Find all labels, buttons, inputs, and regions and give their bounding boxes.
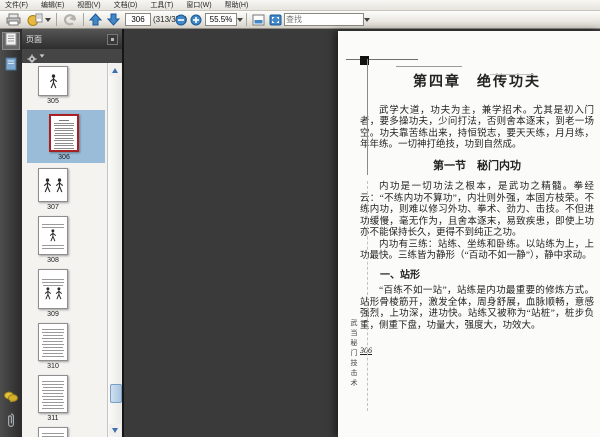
page-thumbnail-309[interactable]: 309: [36, 269, 70, 318]
menu-item-document[interactable]: 文档(D): [114, 0, 138, 10]
fit-width-button[interactable]: [252, 13, 265, 26]
navigation-icon-strip: [0, 29, 22, 437]
zoom-in-button[interactable]: [190, 13, 202, 26]
thumbnail-page-label: 310: [47, 363, 59, 370]
thumbnail-page-label: 305: [47, 98, 59, 105]
email-dropdown-caret[interactable]: [45, 17, 51, 22]
email-attachment-icon: [27, 13, 43, 26]
registration-mark-line3: [490, 74, 534, 75]
paragraph-1: 武学大道，功夫为主，兼学招术。尤其是初入门者，要多操功夫，少问打法，否则舍本逐末…: [360, 105, 594, 151]
paragraph-3: 内功有三练：站练、坐练和卧练。以站练为上，上功最快。三练皆为静形（“百动不如一静…: [360, 239, 594, 262]
pages-panel: 页面 305 306 307 308 309 310 311 312: [22, 29, 122, 437]
paragraph-2: 内功是一切功法之根本，是武功之精髓。拳经云：“不练内功不算功”，内壮则外强，本固…: [360, 182, 594, 238]
next-page-arrow-icon: [107, 13, 120, 26]
pages-panel-title: 页面: [26, 34, 42, 44]
paperclip-icon: [6, 412, 16, 433]
bookmarks-panel-button[interactable]: [3, 57, 19, 76]
page-content: 第四章 绝传功夫 武学大道，功夫为主，兼学招术。尤其是初入门者，要多操功夫，少问…: [338, 31, 600, 357]
previous-view-icon: [62, 13, 78, 26]
comments-icon: [4, 390, 18, 408]
pages-panel-toolbar: [22, 49, 122, 64]
zoom-dropdown-caret[interactable]: [237, 17, 243, 22]
page-number: 306: [360, 346, 372, 355]
next-page-button[interactable]: [107, 13, 120, 26]
email-button[interactable]: [27, 13, 51, 26]
pages-panel-button[interactable]: [2, 32, 20, 51]
menu-item-file[interactable]: 文件(F): [5, 0, 28, 10]
thumbnail-list: 305 306 307 308 309 310 311 312: [22, 63, 108, 437]
options-dropdown-caret[interactable]: [39, 54, 45, 58]
previous-page-arrow-icon: [89, 13, 102, 26]
pages-panel-header: 页面: [22, 29, 122, 49]
section-title: 第一节 秘门内功: [433, 159, 521, 172]
page-thumbnail-311[interactable]: 311: [36, 375, 70, 422]
subsection-title: 一、站形: [380, 269, 420, 281]
scroll-down-button[interactable]: [109, 424, 121, 436]
zoom-in-icon: [190, 14, 202, 26]
thumbnail-page-label: 309: [47, 311, 59, 318]
comments-panel-button[interactable]: [3, 391, 19, 407]
page-thumbnail-306[interactable]: 306: [27, 110, 105, 163]
thumbnail-page-label: 306: [58, 154, 70, 161]
page-thumbnail-312[interactable]: 312: [36, 427, 70, 437]
zoom-out-icon: [175, 14, 187, 26]
thumbnail-image[interactable]: [38, 66, 68, 96]
scroll-down-icon: [112, 427, 118, 433]
find-input[interactable]: [284, 13, 364, 26]
main-area: 页面 305 306 307 308 309 310 311 312: [0, 29, 600, 437]
margin-rule-line: [367, 59, 368, 175]
pdf-reader-window: 文件(F) 编辑(E) 视图(V) 文档(D) 工具(T) 窗口(W) 帮助(H): [0, 0, 600, 437]
thumbnail-image[interactable]: [38, 216, 68, 255]
page-thumbnail-307[interactable]: 307: [36, 168, 70, 211]
thumbnail-page-label: 307: [47, 204, 59, 211]
print-icon: [6, 13, 21, 26]
thumbnail-image[interactable]: [38, 168, 68, 202]
registration-mark-line: [346, 59, 418, 60]
page-thumbnail-305[interactable]: 305: [36, 66, 70, 105]
panel-options-button[interactable]: [107, 33, 118, 45]
thumbnail-page-label: 308: [47, 257, 59, 264]
menu-bar: 文件(F) 编辑(E) 视图(V) 文档(D) 工具(T) 窗口(W) 帮助(H): [0, 0, 600, 11]
zoom-out-button[interactable]: [175, 13, 187, 26]
fit-page-icon: [269, 14, 282, 26]
fit-width-icon: [252, 14, 265, 26]
menu-item-tools[interactable]: 工具(T): [150, 0, 173, 10]
zoom-level-input[interactable]: [205, 13, 237, 26]
panel-options-icon: [111, 37, 114, 41]
thumbnail-image[interactable]: [38, 269, 68, 309]
document-page[interactable]: 武当秘门技击术 第四章 绝传功夫 武学大道，功夫为主，兼学招术。尤其是初入门者，…: [338, 31, 600, 437]
menu-item-view[interactable]: 视图(V): [77, 0, 100, 10]
page-number-input[interactable]: [125, 13, 151, 26]
registration-mark-line2: [396, 66, 462, 67]
book-side-title: 武当秘门技击术: [350, 319, 358, 389]
thumbnail-image[interactable]: [38, 375, 68, 413]
menu-item-edit[interactable]: 编辑(E): [41, 0, 64, 10]
toolbar: (313/350): [0, 11, 600, 29]
scroll-up-button[interactable]: [109, 64, 121, 76]
scroll-up-icon: [112, 67, 118, 73]
fit-page-button[interactable]: [269, 13, 282, 26]
options-gear-icon[interactable]: [27, 51, 37, 64]
document-pane: 武当秘门技击术 第四章 绝传功夫 武学大道，功夫为主，兼学招术。尤其是初入门者，…: [124, 29, 600, 437]
thumbnail-page-label: 311: [47, 415, 59, 422]
page-thumbnail-310[interactable]: 310: [36, 323, 70, 370]
previous-page-button[interactable]: [89, 13, 102, 26]
attachments-panel-button[interactable]: [3, 412, 19, 433]
margin-rule-line-dashed: [367, 181, 369, 411]
scrollbar-thumb[interactable]: [109, 384, 122, 403]
thumbnail-image[interactable]: [49, 114, 79, 152]
menu-item-help[interactable]: 帮助(H): [225, 0, 249, 10]
paragraph-4: “百练不如一站”，站练是内功最重要的修炼方式。站形骨棱筋开，激发全体，周身舒展，…: [360, 286, 594, 331]
thumbnail-image[interactable]: [38, 323, 68, 361]
bookmarks-icon: [5, 57, 17, 76]
find-dropdown-caret[interactable]: [364, 17, 370, 22]
print-button[interactable]: [6, 13, 21, 26]
pages-icon: [5, 32, 17, 51]
thumbnail-image[interactable]: [38, 427, 68, 437]
previous-view-button[interactable]: [62, 13, 78, 26]
page-thumbnail-308[interactable]: 308: [36, 216, 70, 264]
thumbnail-scrollbar[interactable]: [107, 63, 122, 437]
menu-item-window[interactable]: 窗口(W): [186, 0, 211, 10]
